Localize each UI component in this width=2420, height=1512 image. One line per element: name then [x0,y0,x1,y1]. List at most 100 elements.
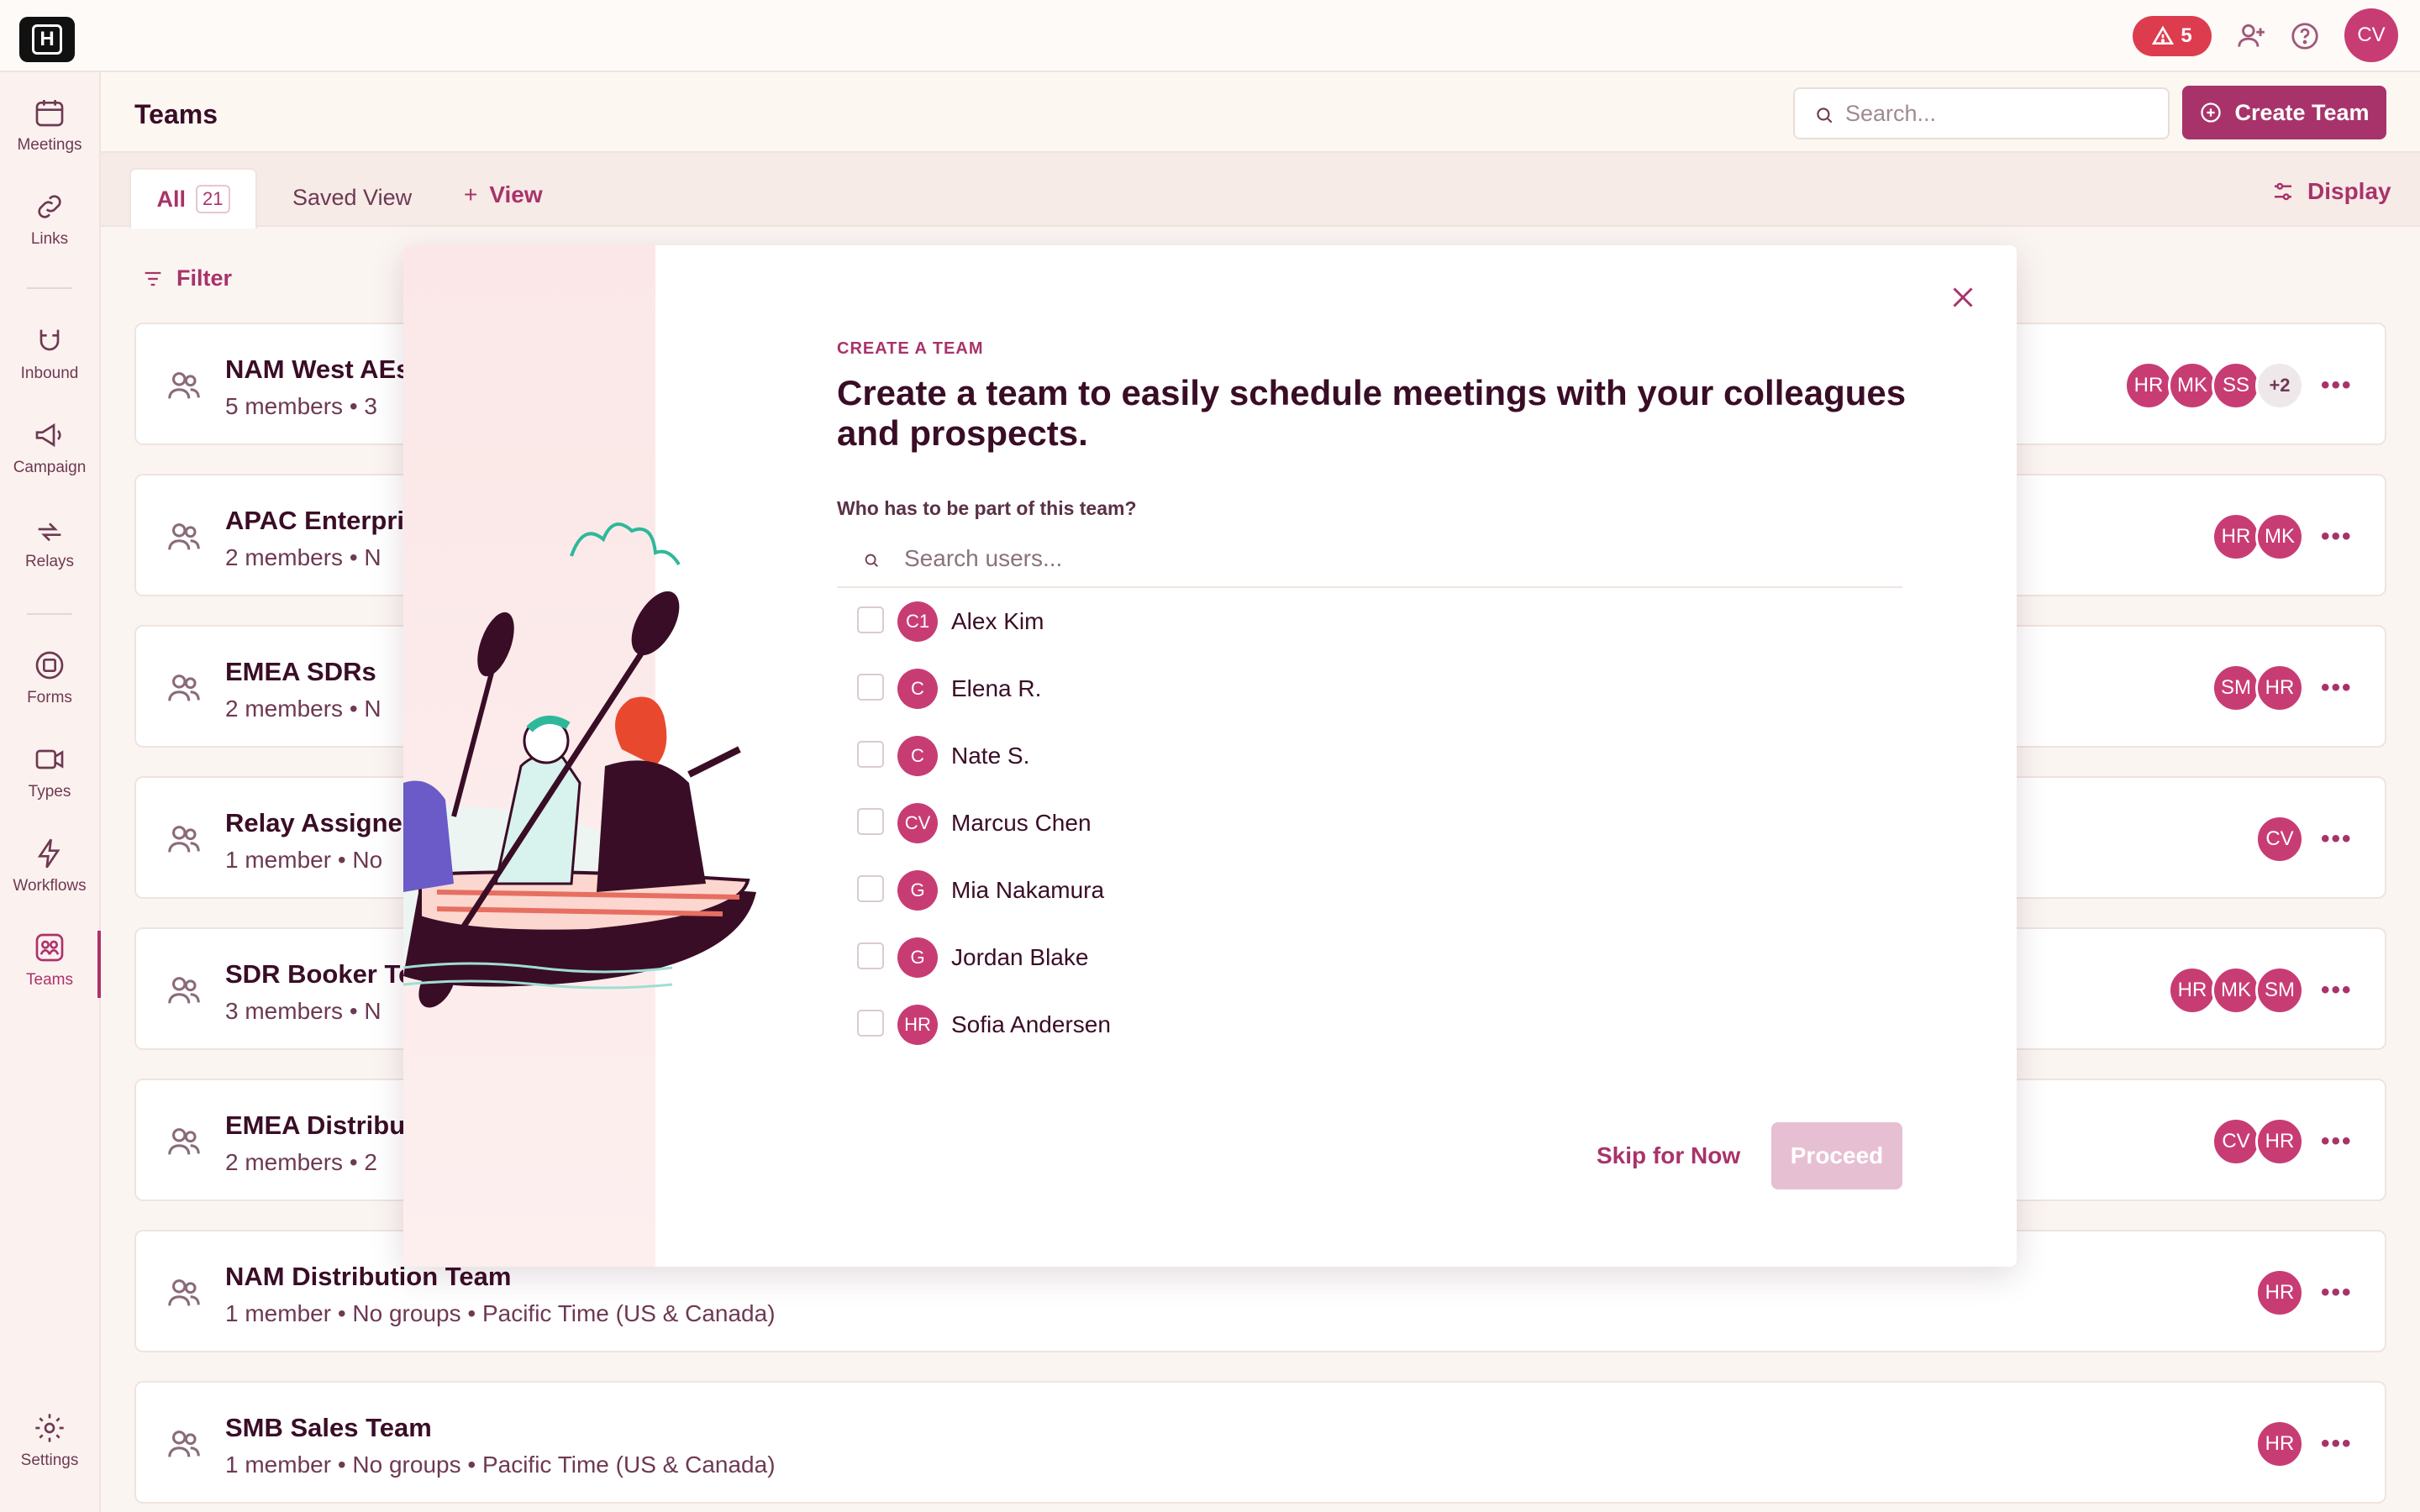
more-options-button[interactable]: ••• [2321,371,2353,400]
more-options-button[interactable]: ••• [2321,1430,2353,1458]
team-row[interactable]: SMB Sales Team 1 member • No groups • Pac… [134,1381,2386,1504]
help-icon[interactable] [2289,20,2321,52]
team-meta: 1 member • No [225,847,383,873]
more-members-badge: +2 [2255,361,2304,410]
more-options-button[interactable]: ••• [2321,976,2353,1005]
member-avatar: CV [2255,815,2304,864]
member-avatars: HR [2255,1420,2304,1468]
more-options-button[interactable]: ••• [2321,674,2353,702]
user-checkbox[interactable] [857,1010,884,1037]
close-icon[interactable] [1948,282,1978,312]
logo-mark: H [32,24,62,55]
member-avatars: SM HR [2212,664,2304,712]
user-list[interactable]: C1 Alex Kim C Elena R. C Nate S. CV Marcus Chen… [837,588,1902,1045]
filter-label: Filter [176,265,233,291]
skip-for-now-button[interactable]: Skip for Now [1597,1142,1740,1169]
create-team-modal: CREATE A TEAM Create a team to easily sc… [403,245,2017,1267]
member-avatars: HR MK [2212,512,2304,561]
more-options-button[interactable]: ••• [2321,825,2353,853]
alert-badge[interactable]: 5 [2133,16,2212,56]
tab-saved-view[interactable]: Saved View [292,185,412,211]
user-option[interactable]: C Nate S. [837,722,1887,790]
user-avatar[interactable]: CV [2344,8,2398,62]
team-icon [168,977,200,1004]
member-avatar: MK [2168,361,2217,410]
member-avatar: HR [2168,966,2217,1015]
search-icon [865,554,878,567]
more-options-button[interactable]: ••• [2321,522,2353,551]
user-checkbox[interactable] [857,606,884,633]
user-option[interactable]: HR Sofia Andersen [837,991,1887,1058]
user-search-input[interactable]: Search users... [837,531,1902,588]
user-checkbox[interactable] [857,942,884,969]
user-option[interactable]: G Jordan Blake [837,924,1887,991]
team-meta: 3 members • N [225,998,381,1024]
sidebar-item-teams[interactable]: Teams [0,931,99,990]
member-avatars: CV HR [2212,1117,2304,1166]
user-checkbox[interactable] [857,674,884,701]
team-name: EMEA Distribu [225,1110,406,1140]
search-input[interactable]: Search... [1793,87,2170,139]
more-options-button[interactable]: ••• [2321,1278,2353,1307]
add-user-icon[interactable] [2235,20,2267,52]
user-name: Sofia Andersen [951,1011,1111,1037]
display-button[interactable]: Display [2270,178,2391,205]
user-checkbox[interactable] [857,741,884,768]
user-checkbox[interactable] [857,875,884,902]
more-options-button[interactable]: ••• [2321,1127,2353,1156]
user-name: Mia Nakamura [951,877,1105,903]
member-avatar: SM [2255,966,2304,1015]
sidebar-item-campaign[interactable]: Campaign [0,418,99,477]
filter-button[interactable]: Filter [141,265,232,291]
video-icon [35,749,64,769]
member-avatar: SM [2212,664,2260,712]
member-avatar: HR [2255,1117,2304,1166]
team-name: NAM West AEs [225,354,411,384]
nav-divider [27,287,72,289]
team-meta: 2 members • N [225,696,381,722]
kayak-illustration [403,522,756,1008]
user-option[interactable]: CV Marcus Chen [837,790,1887,857]
warning-icon [2152,25,2175,45]
sidebar-item-links[interactable]: Links [0,190,99,249]
create-team-button[interactable]: Create Team [2182,86,2386,139]
team-icon [168,1279,200,1306]
megaphone-icon [35,423,61,448]
sidebar-item-types[interactable]: Types [0,743,99,801]
user-search-placeholder: Search users... [904,545,1063,571]
tab-all[interactable]: All 21 [129,168,257,228]
tab-all-count: 21 [196,185,230,213]
search-placeholder: Search... [1845,100,1937,126]
nav-divider [27,613,72,615]
bolt-icon [37,838,60,869]
user-checkbox[interactable] [857,808,884,835]
member-avatar: HR [2124,361,2173,410]
app-logo[interactable]: H [19,17,75,62]
team-icon [168,1128,200,1155]
user-option[interactable]: C Elena R. [837,655,1887,722]
user-option[interactable]: C1 Alex Kim [837,588,1887,655]
active-indicator [97,931,101,998]
sidebar-item-label: Settings [20,1452,79,1469]
sidebar-item-settings[interactable]: Settings [0,1411,99,1470]
add-view-button[interactable]: + View [464,181,543,208]
sidebar-item-inbound[interactable]: Inbound [0,324,99,383]
view-tabs: All 21 Saved View + View Display [101,153,2420,228]
user-name: Nate S. [951,743,1030,769]
sidebar-item-label: Relays [24,553,75,570]
user-option[interactable]: G Mia Nakamura [837,857,1887,924]
page-title: Teams [134,99,218,129]
link-icon [38,195,61,218]
user-avatar: C [897,669,938,709]
proceed-button[interactable]: Proceed [1771,1122,1902,1189]
sidebar-item-label: Meetings [17,136,82,154]
gear-icon [35,1414,64,1442]
team-name: SDR Booker Te [225,959,413,989]
sidebar-item-forms[interactable]: Forms [0,648,99,707]
sidebar-item-workflows[interactable]: Workflows [0,837,99,895]
user-avatar: HR [897,1005,938,1045]
member-avatar: SS [2212,361,2260,410]
sidebar-item-label: Forms [27,689,72,706]
sidebar-item-relays[interactable]: Relays [0,512,99,571]
sidebar-item-meetings[interactable]: Meetings [0,96,99,155]
